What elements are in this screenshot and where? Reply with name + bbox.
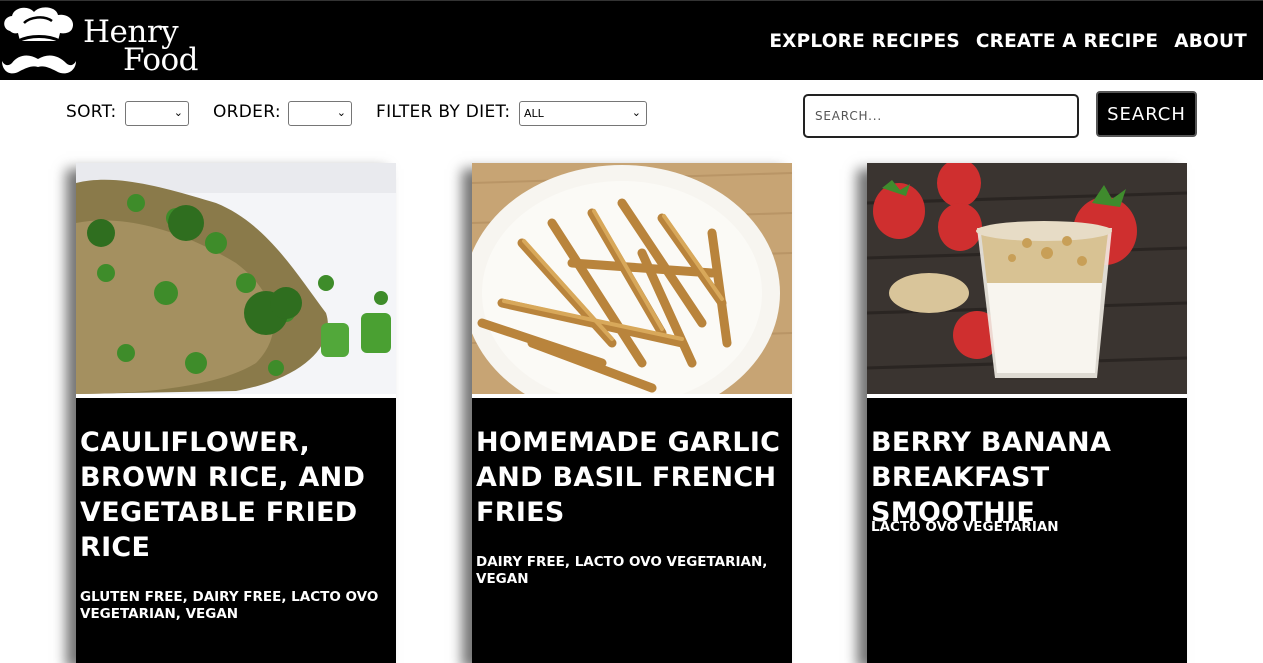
filter-diet-label: FILTER BY DIET:: [376, 102, 511, 122]
recipe-card[interactable]: HOMEMADE GARLIC AND BASIL FRENCH FRIES D…: [472, 163, 792, 663]
order-select[interactable]: ⌄: [288, 101, 352, 126]
recipe-image-smoothie[interactable]: [867, 163, 1187, 394]
recipe-image-fried-rice[interactable]: [76, 163, 396, 394]
recipe-title[interactable]: CAULIFLOWER, BROWN RICE, AND VEGETABLE F…: [80, 425, 392, 565]
search-button[interactable]: SEARCH: [1096, 91, 1197, 137]
search-input[interactable]: [803, 94, 1079, 138]
card-divider: [867, 394, 1187, 398]
recipe-image-french-fries[interactable]: [472, 163, 792, 394]
diet-filter-select[interactable]: ALL ⌄: [519, 101, 647, 126]
filter-controls: SORT: ⌄ ORDER: ⌄ FILTER BY DIET: ALL ⌄ S…: [0, 88, 1263, 148]
brand-name-line2: Food: [123, 42, 199, 78]
sort-label: SORT:: [66, 102, 117, 122]
recipe-title[interactable]: HOMEMADE GARLIC AND BASIL FRENCH FRIES: [476, 425, 788, 530]
recipe-diets: DAIRY FREE, LACTO OVO VEGETARIAN, VEGAN: [476, 554, 768, 587]
order-label: ORDER:: [213, 102, 281, 122]
recipe-card[interactable]: CAULIFLOWER, BROWN RICE, AND VEGETABLE F…: [76, 163, 396, 663]
chef-hat-mustache-icon: [2, 7, 76, 74]
sort-select[interactable]: ⌄: [125, 101, 189, 126]
recipe-diets: GLUTEN FREE, DAIRY FREE, LACTO OVO VEGET…: [80, 589, 379, 622]
card-divider: [472, 394, 792, 398]
chevron-down-icon: ⌄: [631, 106, 641, 119]
nav-links: EXPLORE RECIPES CREATE A RECIPE ABOUT: [769, 31, 1247, 52]
card-divider: [76, 394, 396, 398]
recipe-diets: LACTO OVO VEGETARIAN: [871, 519, 1059, 535]
recipe-title[interactable]: BERRY BANANA BREAKFAST SMOOTHIE: [871, 425, 1183, 530]
brand-logo[interactable]: Henry Food: [0, 3, 200, 79]
chevron-down-icon: ⌄: [336, 106, 346, 119]
nav-explore-recipes[interactable]: EXPLORE RECIPES: [769, 31, 960, 52]
nav-about[interactable]: ABOUT: [1174, 31, 1247, 52]
chevron-down-icon: ⌄: [173, 106, 183, 119]
recipe-card[interactable]: BERRY BANANA BREAKFAST SMOOTHIE LACTO OV…: [867, 163, 1187, 663]
diet-filter-value: ALL: [524, 107, 544, 120]
nav-create-recipe[interactable]: CREATE A RECIPE: [976, 31, 1158, 52]
navbar: Henry Food EXPLORE RECIPES CREATE A RECI…: [0, 0, 1263, 80]
